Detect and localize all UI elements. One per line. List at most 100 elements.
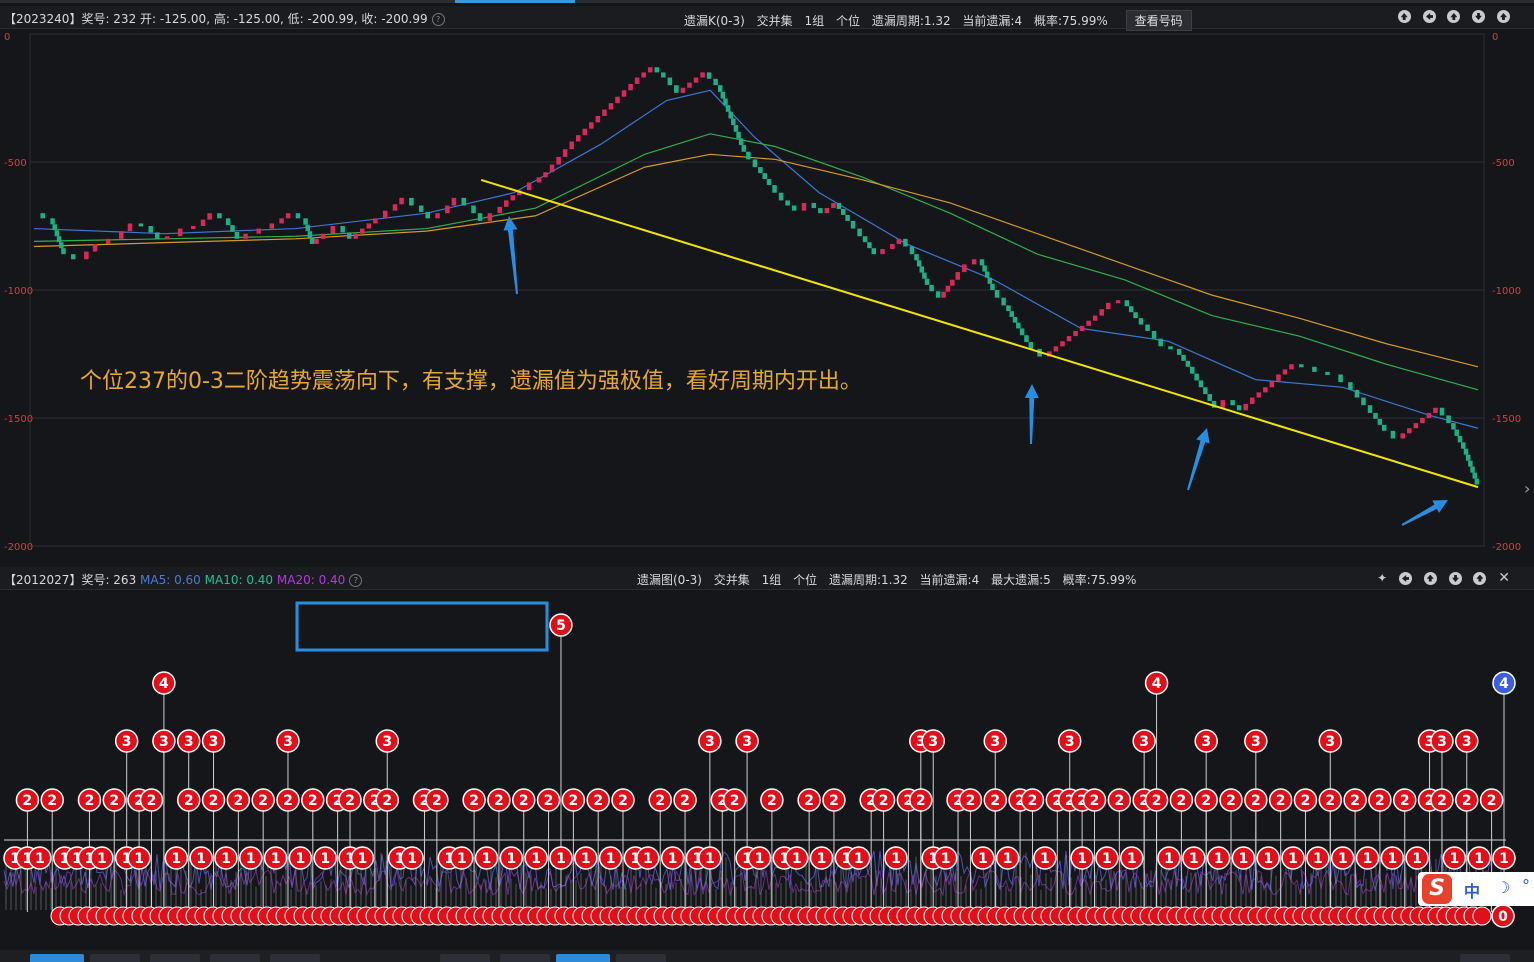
punctuation-icon[interactable]: ° (1522, 876, 1530, 895)
renko-brick (916, 260, 922, 267)
renko-brick (164, 236, 170, 240)
bottom-tab-8[interactable] (616, 954, 666, 962)
renko-brick (862, 236, 868, 243)
bottom-tab-6[interactable] (440, 954, 490, 962)
omission-ball: 2 (722, 788, 747, 812)
renko-brick (1472, 472, 1477, 479)
bottom-tab-3[interactable] (150, 954, 200, 962)
renko-brick (1092, 315, 1098, 321)
ball-label: 2 (1114, 793, 1124, 809)
help-icon[interactable]: ? (431, 13, 445, 26)
omission-ball: 2 (561, 788, 586, 812)
omission-ball: 3 (1244, 729, 1268, 753)
bottom-tab-active[interactable] (30, 954, 84, 962)
ball-label: 3 (209, 734, 219, 750)
renko-brick (556, 156, 561, 165)
omission-ball: 1 (189, 846, 213, 870)
omission-ball: 2 (1244, 788, 1268, 812)
ball-label: 4 (159, 676, 169, 692)
top-tab-strip (0, 0, 1534, 3)
ball-label: 1 (581, 851, 591, 867)
renko-brick (766, 179, 772, 186)
renko-brick (503, 200, 509, 207)
omission-ball: 2 (822, 788, 846, 812)
arrow-up-icon-2[interactable] (1423, 571, 1437, 585)
renko-brick (445, 205, 450, 214)
renko-brick (608, 103, 614, 110)
renko-brick (971, 259, 977, 265)
bottom-tab-4[interactable] (210, 954, 260, 962)
sogou-logo-icon[interactable]: S (1422, 874, 1452, 904)
omission-ball: 1 (598, 846, 623, 870)
renko-brick (1106, 302, 1111, 310)
renko-brick (772, 185, 777, 193)
ball-label: 1 (941, 851, 951, 867)
moon-icon[interactable]: ☽ (1496, 878, 1510, 897)
bottom-panel-tools: ✦ ✕ (1369, 570, 1510, 586)
ime-mode-icon[interactable]: 中 (1464, 878, 1480, 902)
ball-label: 2 (519, 793, 529, 809)
ball-label: 3 (1139, 734, 1149, 750)
bottom-stat-2: 1组 (761, 573, 782, 587)
omission-ball: 2 (176, 788, 201, 812)
active-tab-indicator[interactable] (455, 0, 575, 3)
renko-brick (1348, 382, 1353, 390)
bottom-tab-active-2[interactable] (556, 954, 610, 962)
ball-label: 3 (742, 734, 752, 750)
renko-brick (40, 213, 45, 219)
top-stat-3: 个位 (835, 14, 860, 28)
pin-icon[interactable]: ✦ (1377, 571, 1387, 585)
renko-brick (762, 173, 767, 180)
bottom-tab-7[interactable] (500, 954, 550, 962)
bottom-tab-9[interactable] (1460, 954, 1510, 962)
omission-ball: 1 (90, 846, 114, 870)
renko-brick (148, 226, 153, 233)
renko-brick (831, 202, 836, 209)
renko-brick (477, 213, 483, 221)
omission-ball: 1 (971, 846, 995, 870)
ball-label: 2 (916, 793, 926, 809)
help-icon-2[interactable]: ? (349, 574, 363, 587)
arrow-left-icon[interactable] (1422, 10, 1436, 23)
ball-label: 1 (755, 851, 765, 867)
omission-ball: 2 (77, 788, 102, 812)
ball-label: 2 (1437, 793, 1447, 809)
gear-icon-2[interactable] (1473, 571, 1487, 585)
arrow-up-icon[interactable] (1447, 10, 1461, 23)
renko-brick (1468, 460, 1473, 467)
renko-brick (71, 254, 76, 260)
bottom-tab-2[interactable] (90, 954, 140, 962)
arrow-left-icon-2[interactable] (1398, 571, 1412, 585)
ball-label: 2 (1090, 793, 1100, 809)
renko-brick (340, 226, 345, 233)
renko-brick (1024, 335, 1029, 343)
ball-label: 1 (1164, 851, 1174, 867)
settings-icon[interactable] (1397, 10, 1411, 23)
bottom-tab-5[interactable] (270, 954, 320, 962)
renko-brick (1354, 389, 1360, 398)
renko-brick (549, 164, 555, 173)
omission-ball: 2 (648, 788, 672, 812)
ball-label: 2 (1350, 793, 1360, 809)
bottom-tab-bar (0, 950, 1534, 962)
renko-brick (225, 218, 231, 226)
renko-brick (896, 238, 902, 244)
ball-label: 2 (879, 793, 889, 809)
renko-brick (382, 210, 388, 219)
omission-ball: 1 (1281, 846, 1305, 870)
arrow-down-icon[interactable] (1472, 10, 1486, 23)
renko-brick (1124, 300, 1130, 307)
renko-brick (1009, 311, 1015, 317)
ime-toolbar[interactable]: S 中 ☽ ° (1418, 872, 1534, 906)
renko-brick (867, 242, 872, 249)
renko-brick (1413, 423, 1419, 429)
omission-ball: 2 (1107, 788, 1132, 812)
close-icon[interactable]: ✕ (1498, 570, 1510, 586)
chevron-right-icon[interactable]: › (1524, 479, 1530, 498)
arrow-down-icon-2[interactable] (1448, 571, 1462, 585)
ball-label: 2 (966, 793, 976, 809)
renko-brick (919, 266, 925, 273)
renko-brick (1461, 442, 1466, 449)
ball-label: 1 (1003, 851, 1013, 867)
gear-icon[interactable] (1497, 10, 1510, 23)
